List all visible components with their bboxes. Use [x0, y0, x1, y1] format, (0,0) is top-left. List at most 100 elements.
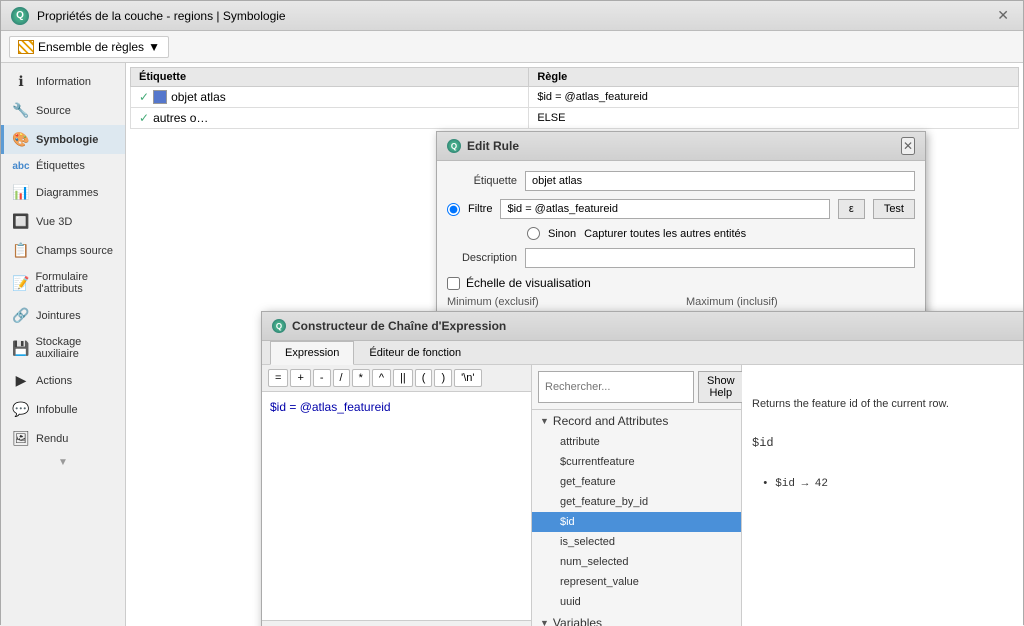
formulaire-icon: 📝 — [12, 275, 29, 292]
row1-label: objet atlas — [171, 90, 226, 104]
desc-row: Description — [447, 248, 915, 268]
expr-button[interactable]: ε — [838, 199, 865, 219]
btn-open-paren[interactable]: ( — [415, 369, 433, 387]
sidebar-item-etiquettes[interactable]: abc Étiquettes — [1, 154, 125, 178]
filtre-radio[interactable] — [447, 203, 460, 216]
help-example-value: • $id → 42 — [752, 478, 1023, 490]
btn-equals[interactable]: = — [268, 369, 288, 387]
edit-rule-close-button[interactable]: ✕ — [901, 137, 915, 155]
sidebar: ℹ Information 🔧 Source 🎨 Symbologie abc … — [1, 63, 126, 626]
check-icon-1: ✓ — [139, 90, 149, 104]
sidebar-label-actions: Actions — [36, 375, 72, 387]
sidebar-item-formulaire[interactable]: 📝 Formulaire d'attributs — [1, 265, 125, 301]
help-title: fonction $id — [752, 375, 1023, 390]
edit-rule-title: Edit Rule — [467, 139, 519, 153]
func-currentfeature[interactable]: $currentfeature — [532, 452, 741, 472]
main-window: Q Propriétés de la couche - regions | Sy… — [0, 0, 1024, 625]
sidebar-item-champs[interactable]: 📋 Champs source — [1, 236, 125, 265]
func-num-selected[interactable]: num_selected — [532, 552, 741, 572]
sidebar-item-source[interactable]: 🔧 Source — [1, 96, 125, 125]
sidebar-item-infobulle[interactable]: 💬 Infobulle — [1, 395, 125, 424]
btn-minus[interactable]: - — [313, 369, 331, 387]
ensemble-label: Ensemble de règles — [38, 40, 144, 54]
expr-builder-dialog: Q Constructeur de Chaîne d'Expression ✕ … — [261, 311, 1023, 626]
sinon-value: Capturer toutes les autres entités — [584, 228, 746, 240]
btn-divide[interactable]: / — [333, 369, 350, 387]
sidebar-item-actions[interactable]: ▶ Actions — [1, 366, 125, 395]
stockage-icon: 💾 — [12, 340, 29, 357]
sidebar-item-jointures[interactable]: 🔗 Jointures — [1, 301, 125, 330]
func-attribute[interactable]: attribute — [532, 432, 741, 452]
color-box-1 — [153, 90, 167, 104]
vue3d-icon: 🔲 — [12, 213, 30, 230]
func-uuid[interactable]: uuid — [532, 592, 741, 612]
sidebar-scroll: ▼ — [1, 453, 125, 472]
expr-dialog-icon: Q — [272, 319, 286, 333]
func-get-feature-by-id[interactable]: get_feature_by_id — [532, 492, 741, 512]
btn-close-paren[interactable]: ) — [434, 369, 452, 387]
help-syntax-value: $id — [752, 436, 1023, 450]
func-represent-value[interactable]: represent_value — [532, 572, 741, 592]
scale-checkbox[interactable] — [447, 277, 460, 290]
window-close-button[interactable]: ✕ — [993, 7, 1013, 24]
ensemble-dropdown[interactable]: Ensemble de règles ▼ — [9, 36, 169, 58]
etiquette-row: Étiquette — [447, 171, 915, 191]
btn-concat[interactable]: || — [393, 369, 413, 387]
sidebar-label-source: Source — [36, 105, 71, 117]
expr-dialog-title: Constructeur de Chaîne d'Expression — [292, 319, 506, 333]
btn-plus[interactable]: + — [290, 369, 310, 387]
sidebar-label-infobulle: Infobulle — [36, 404, 78, 416]
expr-toolbar: = + - / * ^ || ( ) '\n' — [262, 365, 531, 392]
table-row[interactable]: ✓ objet atlas $id = @atlas_featureid — [131, 87, 1019, 108]
sidebar-item-stockage[interactable]: 💾 Stockage auxiliaire — [1, 330, 125, 366]
etiquette-input[interactable] — [525, 171, 915, 191]
sidebar-label-stockage: Stockage auxiliaire — [35, 336, 117, 360]
sidebar-label-diagrammes: Diagrammes — [36, 187, 98, 199]
group-record-and-attributes[interactable]: ▼ Record and Attributes — [532, 410, 741, 432]
func-id[interactable]: $id — [532, 512, 741, 532]
help-panel: fonction $id Returns the feature id of t… — [742, 365, 1023, 626]
filter-input[interactable] — [500, 199, 829, 219]
btn-newline[interactable]: '\n' — [454, 369, 481, 387]
expr-preview: Aperçu du résultat : 0 — [262, 620, 531, 626]
test-button[interactable]: Test — [873, 199, 915, 219]
function-tree: ▼ Record and Attributes attribute $curre… — [532, 410, 741, 626]
jointures-icon: 🔗 — [12, 307, 30, 324]
btn-power[interactable]: ^ — [372, 369, 391, 387]
sinon-radio[interactable] — [527, 227, 540, 240]
col-regle: Règle — [529, 68, 1019, 87]
diagrammes-icon: 📊 — [12, 184, 30, 201]
sidebar-label-information: Information — [36, 76, 91, 88]
row1-rule: $id = @atlas_featureid — [529, 87, 1019, 108]
btn-multiply[interactable]: * — [352, 369, 370, 387]
sidebar-label-jointures: Jointures — [36, 310, 81, 322]
sidebar-label-symbologie: Symbologie — [36, 134, 98, 146]
group-variables[interactable]: ▼ Variables — [532, 612, 741, 626]
edit-rule-icon: Q — [447, 139, 461, 153]
group-arrow-1: ▼ — [540, 416, 549, 426]
desc-input[interactable] — [525, 248, 915, 268]
expr-tabs: Expression Éditeur de fonction — [262, 341, 1023, 365]
scale-checkbox-row: Échelle de visualisation — [447, 276, 915, 290]
tab-editor[interactable]: Éditeur de fonction — [354, 341, 476, 365]
show-help-button[interactable]: Show Help — [698, 371, 744, 403]
expr-editor-panel: = + - / * ^ || ( ) '\n' $id = @atl — [262, 365, 532, 626]
title-bar: Q Propriétés de la couche - regions | Sy… — [1, 1, 1023, 31]
func-is-selected[interactable]: is_selected — [532, 532, 741, 552]
sidebar-label-vue3d: Vue 3D — [36, 216, 72, 228]
sidebar-item-rendu[interactable]: 🖼 Rendu — [1, 424, 125, 453]
title-bar-left: Q Propriétés de la couche - regions | Sy… — [11, 7, 286, 25]
tab-expression[interactable]: Expression — [270, 341, 354, 365]
table-row[interactable]: ✓ autres o… ELSE — [131, 108, 1019, 129]
sidebar-item-vue3d[interactable]: 🔲 Vue 3D — [1, 207, 125, 236]
search-input[interactable] — [538, 371, 694, 403]
sidebar-item-diagrammes[interactable]: 📊 Diagrammes — [1, 178, 125, 207]
rules-table: Étiquette Règle ✓ objet atlas — [130, 67, 1019, 129]
sidebar-item-symbologie[interactable]: 🎨 Symbologie — [1, 125, 125, 154]
func-search-area: Show Help — [532, 365, 741, 410]
sidebar-item-information[interactable]: ℹ Information — [1, 67, 125, 96]
min-label: Minimum (exclusif) — [447, 296, 676, 308]
row2-cell: ✓ autres o… — [139, 111, 520, 125]
expression-textarea[interactable]: $id = @atlas_featureid — [262, 392, 531, 620]
func-get-feature[interactable]: get_feature — [532, 472, 741, 492]
